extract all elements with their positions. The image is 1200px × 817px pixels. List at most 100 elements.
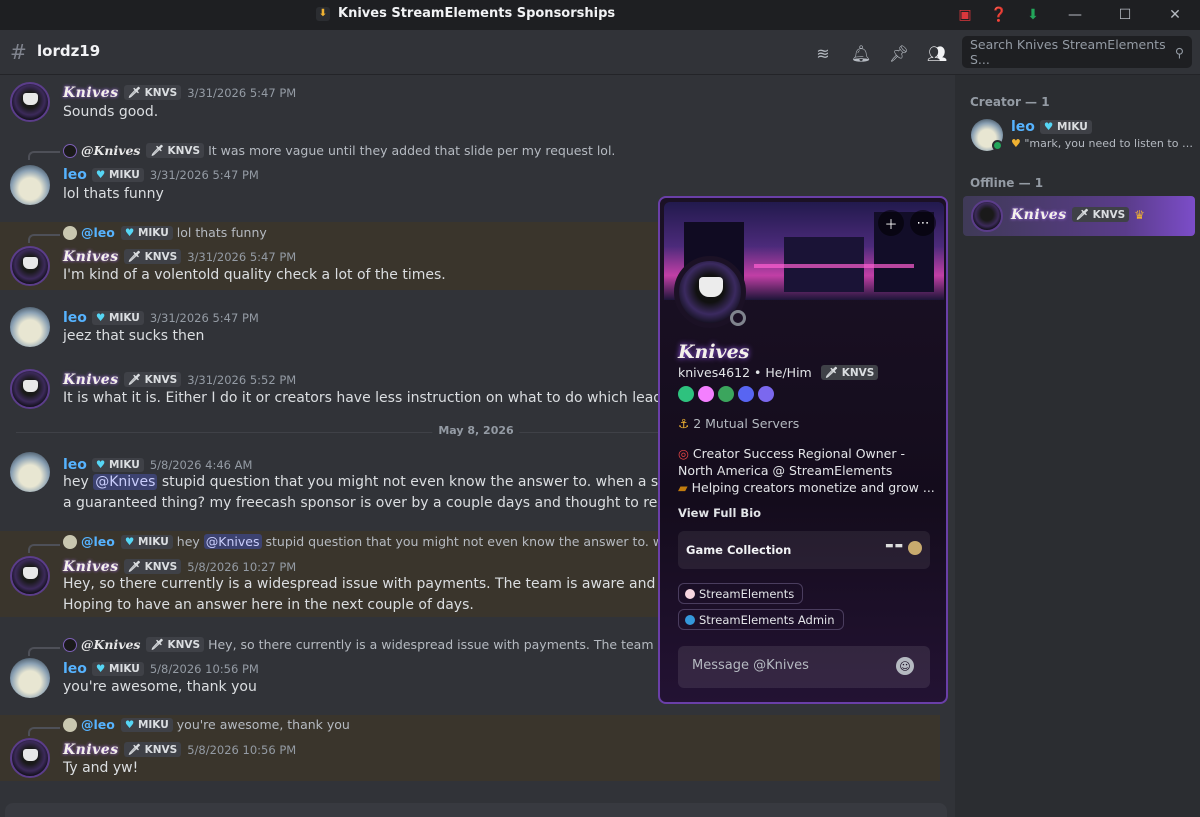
minimize-icon[interactable]: — xyxy=(1050,0,1100,30)
user-mention[interactable]: @Knives xyxy=(93,474,158,490)
profile-username[interactable]: knives4612 xyxy=(678,365,750,380)
reply-preview[interactable]: @leo ♥ MIKU you're awesome, thank you xyxy=(63,717,350,732)
nitro-icon[interactable] xyxy=(678,386,694,402)
author-name[interactable]: Knives xyxy=(63,249,119,265)
profile-popout: ＋ ⋯ Knives knives4612 • He/Him 🗡 KNVS ⚓ … xyxy=(658,196,948,704)
reply-preview[interactable]: @leo ♥ MIKU lol thats funny xyxy=(63,225,267,240)
message-highlighted: @leo ♥ MIKU you're awesome, thank you Kn… xyxy=(0,715,940,781)
server-tag: 🗡 KNVS xyxy=(123,742,182,757)
author-name[interactable]: Knives xyxy=(63,372,119,388)
timestamp: 3/31/2026 5:47 PM xyxy=(187,250,297,264)
avatar[interactable] xyxy=(10,658,50,698)
server-tag: ♥ MIKU xyxy=(91,662,144,676)
timestamp: 5/8/2026 10:27 PM xyxy=(187,560,297,574)
member-name: Knives xyxy=(1011,207,1067,223)
maximize-icon[interactable]: ☐ xyxy=(1100,0,1150,30)
date-divider-label: May 8, 2026 xyxy=(432,424,520,437)
quest-icon[interactable] xyxy=(738,386,754,402)
timestamp: 3/31/2026 5:47 PM xyxy=(149,168,259,182)
author-name[interactable]: Knives xyxy=(63,85,119,101)
briefcase-icon: ▰ xyxy=(678,480,688,495)
offline-status-icon xyxy=(730,310,746,326)
game-collection[interactable]: Game Collection ▬▬ xyxy=(678,531,930,569)
screen-share-icon[interactable]: ▣ xyxy=(948,0,982,30)
server-tag: 🗡 KNVS xyxy=(1071,207,1130,222)
author-name[interactable]: leo xyxy=(63,457,87,473)
pin-icon[interactable]: 📌︎ xyxy=(886,40,912,66)
role-pill: StreamElements Admin xyxy=(678,609,844,630)
profile-pronouns: He/Him xyxy=(765,365,812,380)
reply-preview[interactable]: @leo ♥ MIKU hey @Knives stupid question … xyxy=(63,534,739,549)
message-text: Sounds good. xyxy=(63,104,159,120)
add-friend-icon[interactable]: ＋ xyxy=(878,210,904,236)
avatar xyxy=(971,200,1003,232)
search-input[interactable]: Search Knives StreamElements S... ⚲ xyxy=(962,36,1192,68)
server-tag: ♥ MIKU xyxy=(91,168,144,182)
avatar[interactable] xyxy=(10,165,50,205)
emoji-icon[interactable]: ☺ xyxy=(896,657,914,675)
role-pill: StreamElements xyxy=(678,583,804,604)
crown-icon: ♛ xyxy=(1134,208,1145,222)
avatar[interactable] xyxy=(10,369,50,409)
message-composer[interactable] xyxy=(5,803,947,817)
server-tag: 🗡 KNVS xyxy=(123,372,182,387)
bell-icon[interactable]: 🔔︎ xyxy=(848,40,874,66)
timestamp: 3/31/2026 5:47 PM xyxy=(149,311,259,325)
author-name[interactable]: leo xyxy=(63,661,87,677)
boost-icon[interactable] xyxy=(698,386,714,402)
window-title-text: Knives StreamElements Sponsorships xyxy=(338,6,616,21)
download-icon[interactable]: ⬇ xyxy=(1016,0,1050,30)
target-icon: ◎ xyxy=(678,446,689,461)
title-bar: ⬇ Knives StreamElements Sponsorships ▣ ❓… xyxy=(0,0,1200,30)
avatar[interactable] xyxy=(10,246,50,286)
message-text: It is what it is. Either I do it or crea… xyxy=(63,390,725,406)
avatar[interactable] xyxy=(10,556,50,596)
thread-hash-icon: # xyxy=(10,40,27,64)
author-name[interactable]: leo xyxy=(63,167,87,183)
avatar[interactable] xyxy=(10,452,50,492)
message-text-line2: a guaranteed thing? my freecash sponsor … xyxy=(63,495,710,511)
author-name[interactable]: Knives xyxy=(63,742,119,758)
member-item-knives[interactable]: Knives 🗡 KNVS ♛ xyxy=(963,196,1195,236)
member-list: Creator — 1 leo ♥ MIKU ♥ "mark, you need … xyxy=(955,75,1200,817)
member-group-creator: Creator — 1 xyxy=(970,95,1050,109)
user-mention[interactable]: @Knives xyxy=(203,534,262,549)
channel-name: lordz19 xyxy=(37,42,101,60)
profile-bio: ◎ Creator Success Regional Owner - North… xyxy=(678,446,935,495)
server-tag: 🗡 KNVS xyxy=(123,85,182,100)
avatar[interactable] xyxy=(10,82,50,122)
profile-message-input[interactable]: Message @Knives ☺ xyxy=(678,646,930,688)
mutual-servers-icon: ⚓ xyxy=(678,416,690,431)
profile-username-line: knives4612 • He/Him 🗡 KNVS xyxy=(678,365,879,380)
orb-icon[interactable] xyxy=(758,386,774,402)
threads-icon[interactable]: ≋ xyxy=(810,40,836,66)
message-text: I'm kind of a volentold quality check a … xyxy=(63,267,446,283)
author-name[interactable]: leo xyxy=(63,310,87,326)
timestamp: 3/31/2026 5:47 PM xyxy=(187,86,297,100)
reply-preview[interactable]: @Knives 🗡 KNVS Hey, so there currently i… xyxy=(63,637,737,652)
avatar[interactable] xyxy=(10,738,50,778)
reply-preview[interactable]: @Knives 🗡 KNVS It was more vague until t… xyxy=(63,143,615,158)
reply-avatar xyxy=(63,534,77,549)
timestamp: 3/31/2026 5:52 PM xyxy=(187,373,297,387)
hypesquad-icon[interactable] xyxy=(718,386,734,402)
help-icon[interactable]: ❓ xyxy=(982,0,1016,30)
view-full-bio-link[interactable]: View Full Bio xyxy=(678,506,761,520)
reply-avatar xyxy=(63,143,77,158)
close-icon[interactable]: ✕ xyxy=(1150,0,1200,30)
search-icon: ⚲ xyxy=(1174,44,1184,60)
bo7-game-icon[interactable]: ▬▬ xyxy=(885,541,904,555)
timestamp: 5/8/2026 10:56 PM xyxy=(187,743,297,757)
more-options-icon[interactable]: ⋯ xyxy=(910,210,936,236)
members-icon[interactable]: 👥︎ xyxy=(924,40,950,66)
mutual-servers[interactable]: ⚓ 2 Mutual Servers xyxy=(678,416,799,431)
server-tag: ♥ MIKU xyxy=(1039,120,1092,134)
member-item-leo[interactable]: leo ♥ MIKU ♥ "mark, you need to listen to… xyxy=(963,115,1195,155)
avatar[interactable] xyxy=(10,307,50,347)
server-tag: ♥ MIKU xyxy=(91,458,144,472)
league-of-legends-icon[interactable] xyxy=(908,541,922,555)
reply-avatar xyxy=(63,637,77,652)
window-title: ⬇ Knives StreamElements Sponsorships xyxy=(316,6,615,21)
author-name[interactable]: Knives xyxy=(63,559,119,575)
search-placeholder: Search Knives StreamElements S... xyxy=(970,37,1166,67)
